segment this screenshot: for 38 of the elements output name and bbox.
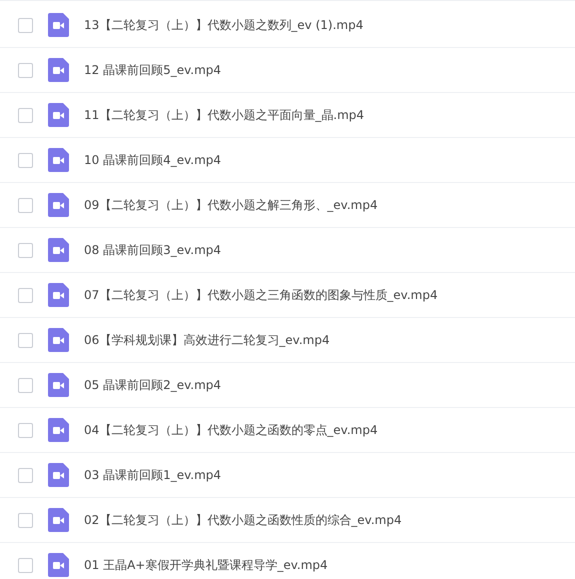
checkbox[interactable] bbox=[18, 378, 33, 392]
checkbox[interactable] bbox=[18, 558, 33, 572]
checkbox[interactable] bbox=[18, 108, 33, 122]
file-name[interactable]: 06【学科规划课】高效进行二轮复习_ev.mp4 bbox=[84, 332, 330, 348]
checkbox[interactable] bbox=[18, 332, 33, 348]
file-name[interactable]: 10 晶课前回顾4_ev.mp4 bbox=[84, 152, 222, 168]
file-name[interactable]: 04【二轮复习（上）】代数小题之函数的零点_ev.mp4 bbox=[84, 422, 378, 438]
video-file-icon bbox=[48, 58, 69, 82]
video-file-icon bbox=[48, 508, 69, 532]
video-file-icon bbox=[48, 13, 69, 37]
file-name[interactable]: 12 晶课前回顾5_ev.mp4 bbox=[84, 62, 222, 78]
checkbox[interactable] bbox=[18, 468, 33, 482]
video-file-icon bbox=[48, 283, 69, 307]
video-file-icon bbox=[48, 418, 69, 442]
checkbox[interactable] bbox=[18, 18, 33, 32]
checkbox[interactable] bbox=[18, 288, 33, 302]
video-file-icon bbox=[48, 328, 69, 352]
checkbox[interactable] bbox=[18, 422, 33, 438]
file-name[interactable]: 02【二轮复习（上）】代数小题之函数性质的综合_ev.mp4 bbox=[84, 512, 402, 528]
video-file-icon bbox=[48, 373, 69, 397]
video-file-icon bbox=[48, 238, 69, 262]
video-file-icon bbox=[48, 193, 69, 217]
file-name[interactable]: 13【二轮复习（上）】代数小题之数列_ev (1).mp4 bbox=[84, 16, 364, 34]
file-name[interactable]: 08 晶课前回顾3_ev.mp4 bbox=[84, 242, 222, 258]
file-name[interactable]: 11【二轮复习（上）】代数小题之平面向量_晶.mp4 bbox=[84, 106, 364, 124]
video-file-icon bbox=[48, 148, 69, 172]
video-file-icon bbox=[48, 103, 69, 127]
checkbox[interactable] bbox=[18, 512, 33, 528]
video-file-icon bbox=[48, 463, 69, 487]
checkbox[interactable] bbox=[18, 62, 33, 78]
checkbox[interactable] bbox=[18, 242, 33, 258]
checkbox[interactable] bbox=[18, 198, 33, 212]
file-name[interactable]: 09【二轮复习（上）】代数小题之解三角形、_ev.mp4 bbox=[84, 196, 378, 214]
file-name[interactable]: 01 王晶A+寒假开学典礼暨课程导学_ev.mp4 bbox=[84, 556, 328, 574]
file-name[interactable]: 03 晶课前回顾1_ev.mp4 bbox=[84, 466, 222, 484]
checkbox[interactable] bbox=[18, 152, 33, 168]
file-name[interactable]: 07【二轮复习（上）】代数小题之三角函数的图象与性质_ev.mp4 bbox=[84, 286, 438, 304]
file-name[interactable]: 05 晶课前回顾2_ev.mp4 bbox=[84, 376, 222, 394]
